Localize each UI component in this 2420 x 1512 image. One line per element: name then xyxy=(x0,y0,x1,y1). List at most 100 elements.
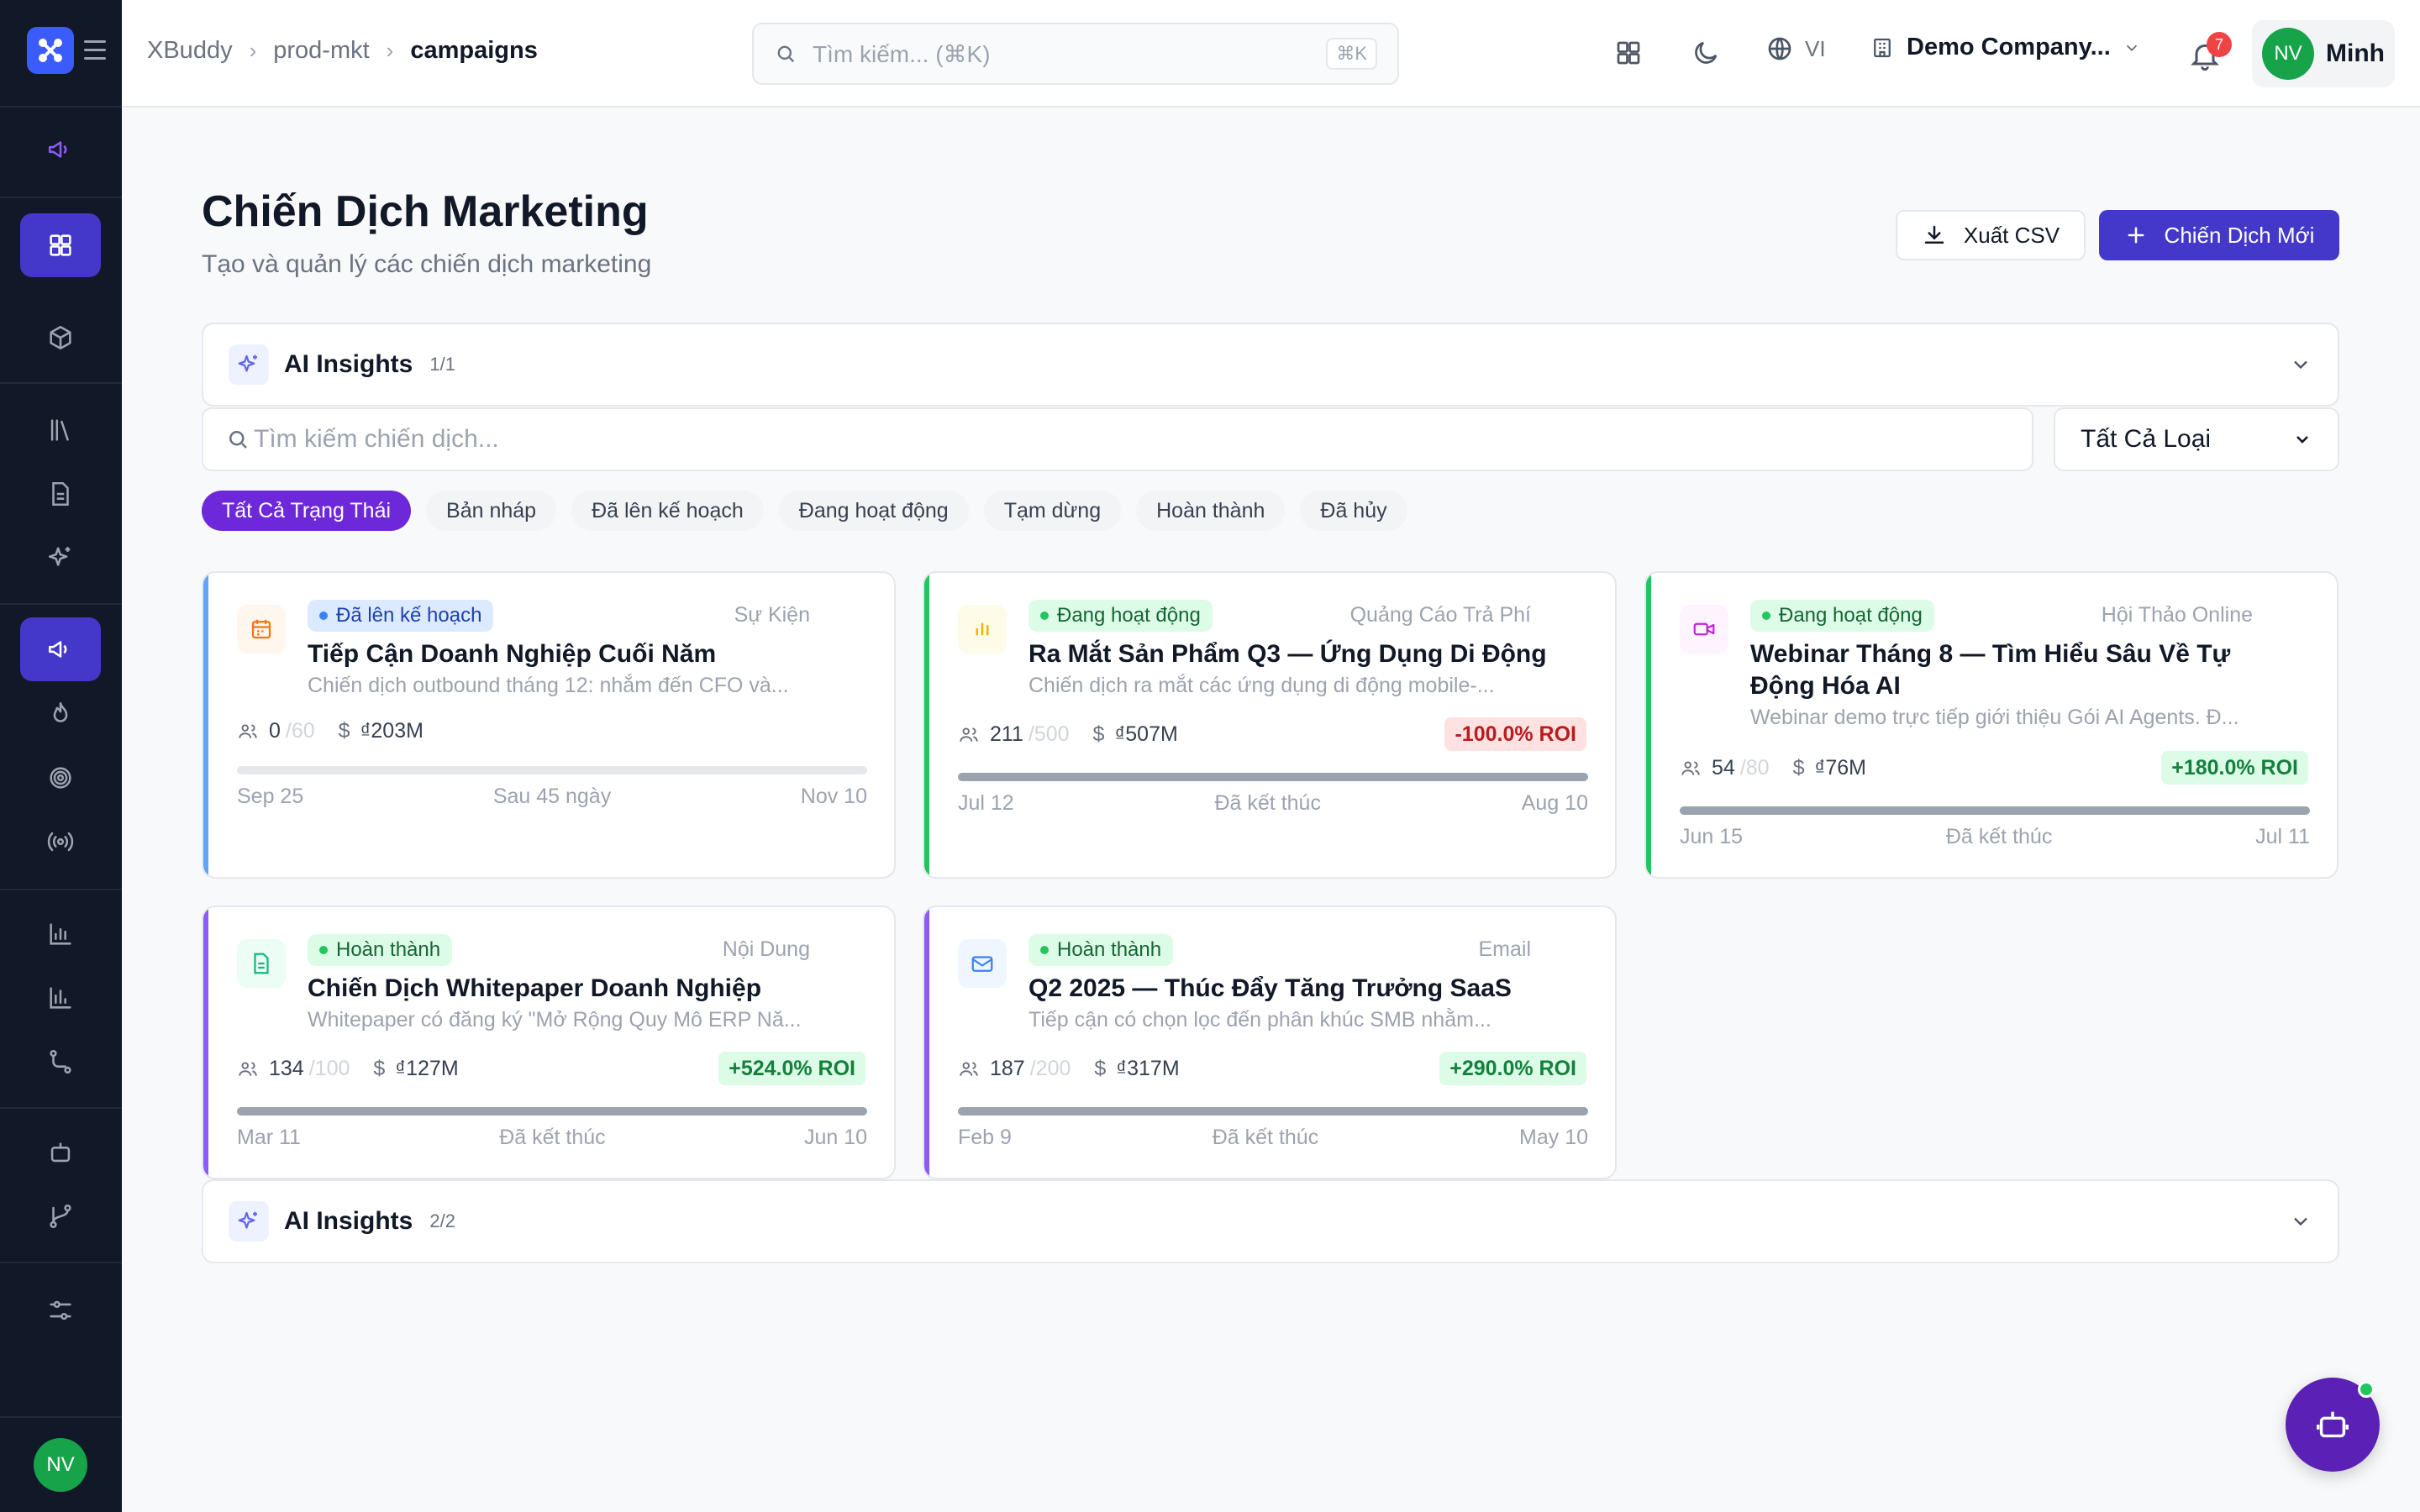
campaign-dates: Jul 12 Đã kết thúc Aug 10 xyxy=(958,791,1588,816)
roi-badge: +524.0% ROI xyxy=(718,1052,865,1085)
campaign-stats: 0/60 $ ₫203M xyxy=(237,719,424,743)
sparkles-icon xyxy=(48,547,71,566)
document-icon xyxy=(237,939,286,988)
export-csv-button[interactable]: Xuất CSV xyxy=(1896,210,2086,260)
campaign-dates: Sep 25 Sau 45 ngày Nov 10 xyxy=(237,785,867,809)
document-icon xyxy=(52,481,69,507)
campaign-card[interactable]: Đã lên kế hoạch Sự Kiện Tiếp Cận Doanh N… xyxy=(202,571,896,879)
bar-chart-icon xyxy=(50,923,71,945)
campaign-card[interactable]: Đang hoạt động Hội Thảo Online Webinar T… xyxy=(1644,571,2338,879)
campaign-title: Chiến Dịch Whitepaper Doanh Nghiệp xyxy=(308,974,762,1002)
xbuddy-logo-icon[interactable] xyxy=(27,27,74,74)
status-chip-planned[interactable]: Đã lên kế hoạch xyxy=(571,491,764,531)
global-search-input[interactable]: Tìm kiếm... (⌘K) ⌘K xyxy=(752,23,1399,85)
end-date: Nov 10 xyxy=(800,785,867,808)
sidebar-item-bots[interactable] xyxy=(20,1121,101,1184)
robot-icon xyxy=(50,1142,71,1163)
sidebar: NV xyxy=(0,0,122,1512)
sidebar-item-trending[interactable] xyxy=(20,682,101,746)
participants: 54 xyxy=(1712,756,1735,780)
download-icon xyxy=(1924,225,1944,244)
broadcast-icon xyxy=(47,832,74,852)
sidebar-item-ai[interactable] xyxy=(20,526,101,590)
sidebar-item-settings[interactable] xyxy=(20,1278,101,1342)
sidebar-item-reports[interactable] xyxy=(20,902,101,966)
dollar-icon: $ xyxy=(373,1057,386,1080)
sidebar-item-analytics[interactable] xyxy=(20,966,101,1030)
sidebar-item-workflow[interactable] xyxy=(20,1030,101,1094)
status-chip-all[interactable]: Tất Cả Trạng Thái xyxy=(202,491,412,531)
notifications-button[interactable]: 7 xyxy=(2185,30,2232,77)
time-remaining: Đã kết thúc xyxy=(1945,825,2053,848)
user-name: Minh xyxy=(2326,39,2385,67)
sidebar-item-integrations[interactable] xyxy=(20,1184,101,1248)
breadcrumb-item[interactable]: XBuddy xyxy=(147,37,233,65)
status-badge: Hoàn thành xyxy=(308,934,453,966)
chevron-down-icon[interactable] xyxy=(2289,353,2312,376)
users-icon xyxy=(960,727,978,742)
progress-bar xyxy=(1680,806,2310,815)
roi-badge: +180.0% ROI xyxy=(2161,751,2308,785)
video-icon xyxy=(1680,605,1728,654)
user-menu[interactable]: NV Minh xyxy=(2252,20,2395,87)
start-date: Jul 12 xyxy=(958,791,1014,815)
participants-target: /100 xyxy=(308,1057,350,1080)
status-label: Đã lên kế hoạch xyxy=(336,604,482,627)
language-switcher[interactable]: VI xyxy=(1765,34,1826,64)
campaign-type-select[interactable]: Tất Cả Loại xyxy=(2054,407,2339,471)
campaign-card[interactable]: Đang hoạt động Quảng Cáo Trả Phí Ra Mắt … xyxy=(923,571,1617,879)
dashboard-grid-icon xyxy=(50,234,71,256)
sidebar-item-documents[interactable] xyxy=(20,462,101,526)
ai-insights-panel[interactable]: AI Insights 1/1 xyxy=(202,323,2339,407)
campaign-stats: 211/500 $ ₫507M xyxy=(958,722,1178,747)
end-date: Aug 10 xyxy=(1521,791,1588,815)
roi-badge: +290.0% ROI xyxy=(1439,1052,1586,1085)
sparkles-icon xyxy=(229,344,269,385)
ai-insights-label: AI Insights xyxy=(284,1207,413,1235)
breadcrumb-item[interactable]: prod-mkt xyxy=(273,37,369,65)
assistant-button[interactable] xyxy=(2286,1378,2380,1472)
sidebar-item-library[interactable] xyxy=(20,398,101,462)
new-campaign-button[interactable]: Chiến Dịch Mới xyxy=(2099,210,2339,260)
chevron-down-icon[interactable] xyxy=(2289,1210,2312,1233)
new-campaign-label: Chiến Dịch Mới xyxy=(2164,222,2315,248)
status-filter-chips: Tất Cả Trạng Thái Bản nháp Đã lên kế hoạ… xyxy=(202,491,1407,531)
campaign-dates: Mar 11 Đã kết thúc Jun 10 xyxy=(237,1126,867,1150)
status-chip-active[interactable]: Đang hoạt động xyxy=(778,491,969,531)
status-chip-completed[interactable]: Hoàn thành xyxy=(1136,491,1286,531)
sidebar-item-products[interactable] xyxy=(20,306,101,370)
sidebar-item-targets[interactable] xyxy=(20,746,101,810)
robot-icon xyxy=(2317,1411,2349,1438)
sidebar-item-dashboard[interactable] xyxy=(20,213,101,277)
apps-grid-icon[interactable] xyxy=(1609,34,1648,72)
online-indicator xyxy=(2358,1381,2375,1398)
company-switcher[interactable]: Demo Company... xyxy=(1870,34,2141,61)
sidebar-item-broadcast[interactable] xyxy=(20,810,101,874)
campaign-type: Hội Thảo Online xyxy=(2101,603,2253,627)
campaign-search-input[interactable]: Tìm kiếm chiến dịch... xyxy=(202,407,2033,471)
time-remaining: Đã kết thúc xyxy=(1214,791,1321,815)
campaign-title: Webinar Tháng 8 — Tìm Hiểu Sâu Về Tự Độn… xyxy=(1750,640,2231,700)
ai-insights-count: 1/1 xyxy=(429,354,455,375)
export-label: Xuất CSV xyxy=(1963,222,2060,248)
status-chip-paused[interactable]: Tạm dừng xyxy=(983,491,1122,531)
analytics-icon xyxy=(50,987,71,1009)
progress-bar xyxy=(237,1107,867,1116)
sidebar-item-megaphone[interactable] xyxy=(20,118,101,181)
status-label: Đang hoạt động xyxy=(1057,604,1201,627)
campaign-card[interactable]: Hoàn thành Nội Dung Chiến Dịch Whitepape… xyxy=(202,906,896,1179)
status-chip-draft[interactable]: Bản nháp xyxy=(426,491,557,531)
menu-toggle-icon[interactable] xyxy=(84,40,106,60)
moon-icon[interactable] xyxy=(1686,34,1725,72)
page-subtitle: Tạo và quản lý các chiến dịch marketing xyxy=(202,250,652,278)
dollar-icon: $ xyxy=(1092,722,1105,746)
users-icon xyxy=(960,1061,978,1076)
start-date: Feb 9 xyxy=(958,1126,1012,1149)
sidebar-item-campaigns[interactable] xyxy=(20,617,101,681)
ai-insights-panel[interactable]: AI Insights 2/2 xyxy=(202,1179,2339,1263)
sidebar-avatar[interactable]: NV xyxy=(34,1438,87,1492)
status-chip-cancelled[interactable]: Đã hủy xyxy=(1300,491,1407,531)
campaign-card[interactable]: Hoàn thành Email Q2 2025 — Thúc Đẩy Tăng… xyxy=(923,906,1617,1179)
ai-insights-label: AI Insights xyxy=(284,350,413,378)
campaign-type: Quảng Cáo Trả Phí xyxy=(1349,603,1531,627)
